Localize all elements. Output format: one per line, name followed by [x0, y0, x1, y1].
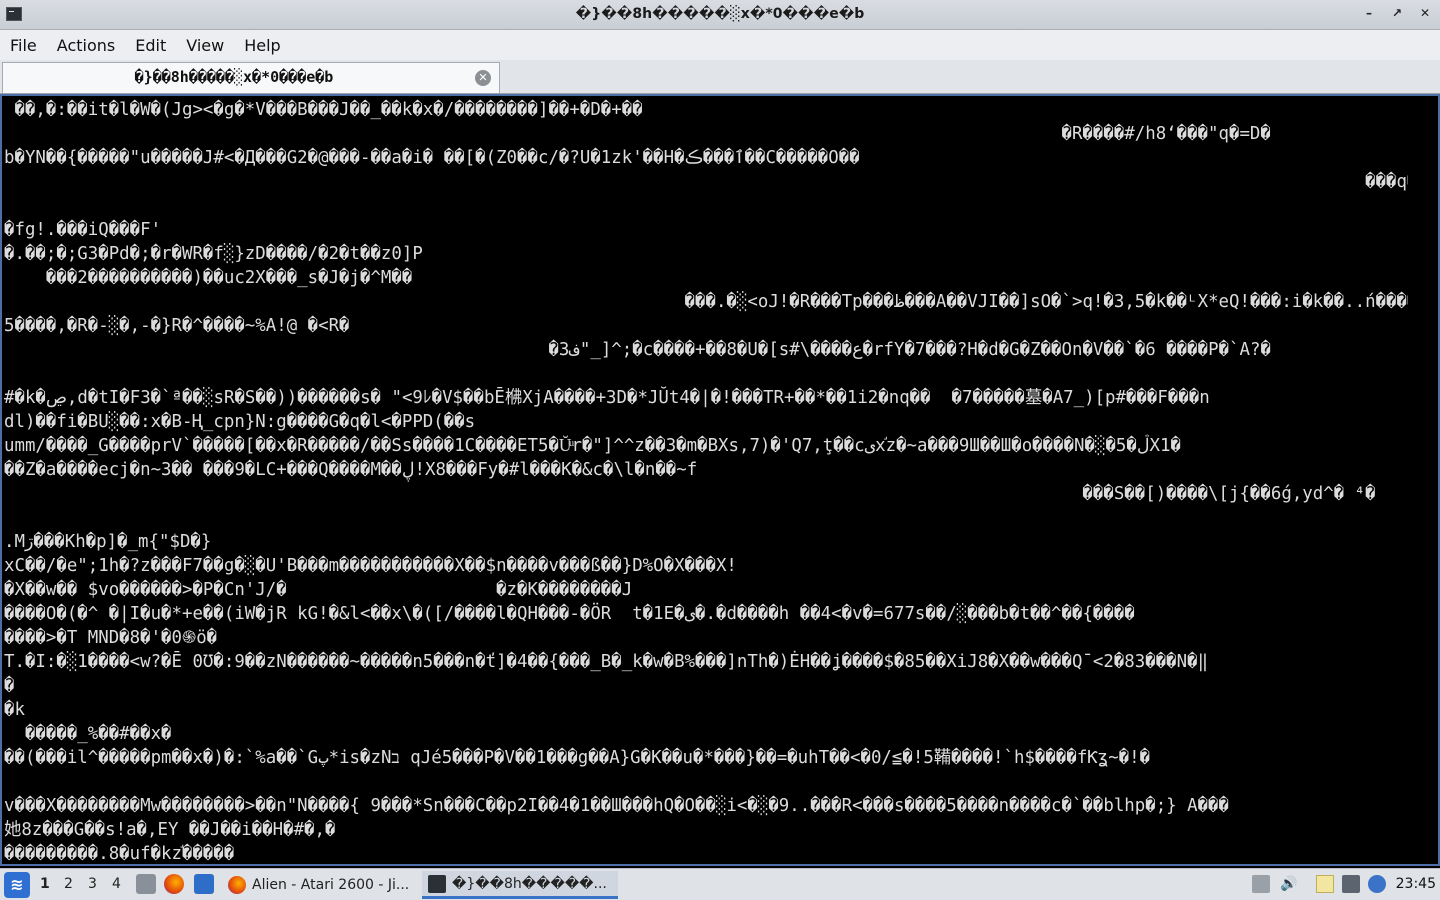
terminal-line: ��Z�a����ecj�n~3�� ���9�LC+���Q����M��ڸ!… [4, 460, 698, 480]
window-title: �}��8h�����░x�*0���e�b [575, 6, 865, 22]
terminal-line: � [4, 770, 1408, 794]
terminal-output[interactable]: ��,�:��it�l�W�(Jg><�g�*V���B���J��_��k�x… [0, 94, 1440, 866]
minimize-button[interactable]: – [1362, 6, 1376, 20]
terminal-line: 5����,�R�-░�,-�}R�^����~%A!@ �<R� [4, 316, 350, 336]
updates-icon[interactable] [1368, 875, 1386, 893]
workspace-2[interactable]: 2 [64, 876, 73, 892]
menu-bar: File Actions Edit View Help [0, 30, 1440, 60]
terminal-line: �X��w�� $vo������>�P�Cn'J/� �z�K��������… [4, 580, 633, 600]
terminal-line: �R����#/h8‘���"q�=D� [4, 124, 1271, 144]
terminal-line: �.��;�;G3�Pd�;�r�WR�f░}zD����/�2�t��z0]P [4, 244, 423, 264]
window-titlebar: �}��8h�����░x�*0���e�b – ↗ ✕ [0, 0, 1440, 30]
terminal-line: �3ف"_]^;�c����+��8�U�[s#\����ع�rfY�7���?… [4, 340, 1271, 360]
terminal-line: f(��ON,F�%Y�7�. [4, 362, 1408, 386]
menu-view[interactable]: View [176, 36, 234, 55]
firefox-icon[interactable] [164, 874, 184, 894]
taskbar: ≋ 1 2 3 4 Alien - Atari 2600 - Ji... �}�… [0, 868, 1440, 900]
notes-icon[interactable] [1316, 875, 1334, 893]
clipboard-icon[interactable] [1252, 875, 1270, 893]
volume-icon[interactable]: 🔊 [1280, 875, 1298, 893]
terminal-line: ����O�(�^ �|I�u�*+e��(iW�jR kG!�&l<��x\�… [4, 604, 1135, 624]
workspace-4[interactable]: 4 [112, 876, 121, 892]
desktop-icon[interactable] [194, 874, 214, 894]
terminal-line: ����>�T MND�8�'�0֍ö� [4, 628, 218, 648]
terminal-line: 6(y@'�%_��|� [4, 194, 1408, 218]
terminal-line: ���2����������)��uc2X���_s�J�j�^M�� [4, 268, 413, 288]
tab-bar: �}��8h�����░x�*0���e�b ✕ [0, 60, 1440, 94]
terminal-tab[interactable]: �}��8h�����░x�*0���e�b ✕ [2, 62, 500, 93]
terminal-line: #�k�ڝ,d�tI�F3�`ª��░sR�S��))������s� "<9ﾚ… [4, 388, 1210, 408]
terminal-line: 她8z���G��s!a�,EY ��J��i��H�#�,� [4, 820, 336, 840]
terminal-line: �����_%��#��x� [4, 724, 172, 744]
terminal-line: � [4, 676, 15, 696]
terminal-line: T.�I:�░1����<w?�Ē 0Ʊ�:9��zN������~�����n… [4, 652, 1209, 672]
close-button[interactable]: ✕ [1418, 6, 1432, 20]
task-firefox-label: Alien - Atari 2600 - Ji... [252, 877, 410, 893]
terminal-task-icon [428, 874, 446, 893]
task-terminal[interactable]: �}��8h�����... [422, 871, 618, 899]
terminal-line: �k [4, 700, 25, 720]
maximize-button[interactable]: ↗ [1390, 6, 1404, 20]
terminal-line: �fg!.���iQ���F' [4, 220, 162, 240]
workspace-1[interactable]: 1 [40, 876, 50, 892]
task-terminal-label: �}��8h�����... [452, 875, 607, 892]
file-manager-icon[interactable] [136, 874, 156, 894]
terminal-line: ��(���il^�����pm��x�)�:`%a��`Gپ*is�zNב q… [4, 748, 1151, 768]
task-firefox[interactable]: Alien - Atari 2600 - Ji... [222, 871, 420, 899]
terminal-line: dl)��fi�BU░��:x�B-Ң_cpn}N:g����G�q�l<�PP… [4, 412, 476, 432]
start-menu-icon[interactable]: ≋ [4, 872, 30, 898]
terminal-line: .Mڗ���Kh�p]�_m{"$D�} [4, 532, 212, 552]
tab-close-icon[interactable]: ✕ [475, 70, 491, 86]
terminal-line: ���������.8�uf�kz֬����� [4, 844, 235, 864]
menu-help[interactable]: Help [234, 36, 290, 55]
menu-edit[interactable]: Edit [125, 36, 176, 55]
menu-actions[interactable]: Actions [47, 36, 125, 55]
tab-label: �}��8h�����░x�*0���e�b [134, 68, 334, 86]
network-icon[interactable] [1342, 875, 1360, 893]
clock: 23:45 [1395, 876, 1436, 892]
terminal-line: v���X��������Mw��������>��n"N����{ 9���*… [4, 796, 1229, 816]
terminal-line: umm/����_G����prV`�����[��x�R�����/��Ss�… [4, 436, 1181, 456]
terminal-scrollbar[interactable] [1410, 98, 1436, 864]
terminal-line: ���q�>�░�hR �R░����1)��< [1365, 172, 1408, 192]
menu-file[interactable]: File [0, 36, 47, 55]
workspace-3[interactable]: 3 [88, 876, 97, 892]
firefox-task-icon [228, 876, 246, 894]
terminal-line: ���S��[)����\[j{��6ǵ,yd^� ⁴� [4, 484, 1376, 504]
terminal-line: xC��/�e";1h�?z���F7��g�░�U'B���m��������… [4, 556, 737, 576]
terminal-line: ��,�:��it�l�W�(Jg><�g�*V���B���J��_��k�x… [4, 100, 643, 120]
terminal-line: ×��J������.�R���é���= Y� [4, 506, 1408, 530]
terminal-line: ���.�░<oJ!�R���Tp���ظ���A��VJI��]sO�`>q!… [684, 292, 1408, 312]
terminal-line: b�YN��{�����"u�����J#<�Д���G2�@���-��a�i… [4, 148, 860, 168]
